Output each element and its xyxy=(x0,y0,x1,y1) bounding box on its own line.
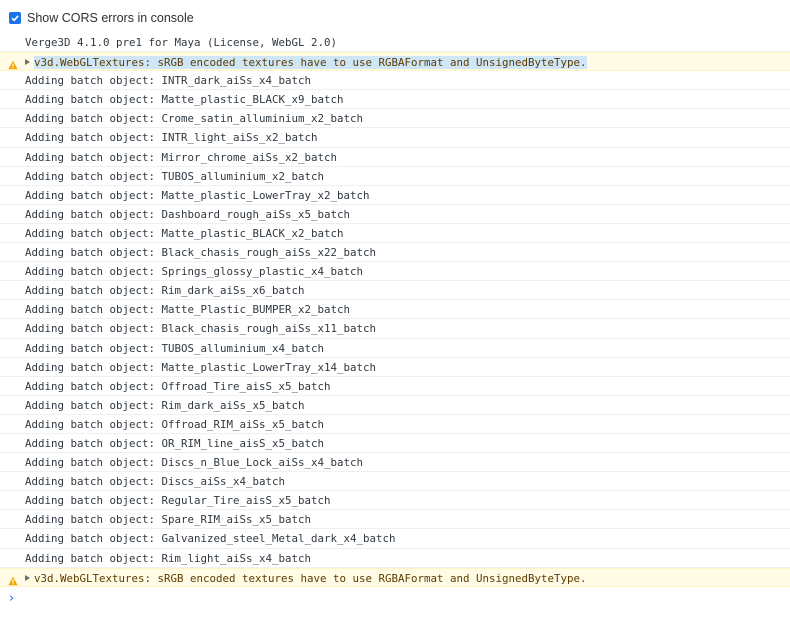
console-warning: v3d.WebGLTextures: sRGB encoded textures… xyxy=(0,52,790,72)
batch-object-name: OR_RIM_line_aisS_x5_batch xyxy=(161,436,325,450)
batch-object-name: Galvanized_steel_Metal_dark_x4_batch xyxy=(161,532,396,546)
batch-prefix: Adding batch object: xyxy=(25,360,156,374)
console-log: Verge3D 4.1.0 pre1 for Maya (License, We… xyxy=(0,33,790,587)
batch-object-name: Black_chasis_rough_aiSs_x11_batch xyxy=(161,322,377,336)
batch-prefix: Adding batch object: xyxy=(25,93,156,107)
console-log-line: Adding batch object: Discs_aiSs_x4_batch xyxy=(0,472,790,492)
batch-object-name: Offroad_Tire_aisS_x5_batch xyxy=(161,379,331,393)
batch-object-name: Rim_dark_aiSs_x6_batch xyxy=(161,284,305,298)
expand-triangle-icon[interactable] xyxy=(25,574,30,581)
console-log-line: Adding batch object: Dashboard_rough_aiS… xyxy=(0,205,790,224)
console-log-line: Adding batch object: Rim_dark_aiSs_x6_ba… xyxy=(0,281,790,301)
batch-object-name: Crome_satin_alluminium_x2_batch xyxy=(161,112,364,126)
batch-object-name: Rim_light_aiSs_x4_batch xyxy=(161,551,312,565)
console-log-line: Adding batch object: OR_RIM_line_aisS_x5… xyxy=(0,434,790,454)
console-log-line: Adding batch object: Rim_dark_aiSs_x5_ba… xyxy=(0,396,790,415)
batch-object-name: Regular_Tire_aisS_x5_batch xyxy=(161,494,331,508)
batch-prefix: Adding batch object: xyxy=(25,436,156,450)
batch-prefix: Adding batch object: xyxy=(25,417,156,431)
console-log-line: Adding batch object: Offroad_RIM_aiSs_x5… xyxy=(0,415,790,434)
console-log-line: Adding batch object: Discs_n_Blue_Lock_a… xyxy=(0,453,790,473)
batch-prefix: Adding batch object: xyxy=(25,551,156,565)
console-log-line: Adding batch object: Matte_Plastic_BUMPE… xyxy=(0,300,790,320)
batch-prefix: Adding batch object: xyxy=(25,513,156,527)
batch-object-name: INTR_dark_aiSs_x4_batch xyxy=(161,74,312,88)
console-log-line: Adding batch object: Spare_RIM_aiSs_x5_b… xyxy=(0,510,790,530)
batch-object-name: Springs_glossy_plastic_x4_batch xyxy=(161,265,364,279)
batch-object-name: Matte_plastic_BLACK_x2_batch xyxy=(161,226,344,240)
batch-object-name: Matte_plastic_LowerTray_x14_batch xyxy=(161,360,377,374)
cors-checkbox[interactable] xyxy=(9,12,21,24)
cors-checkbox-label[interactable]: Show CORS errors in console xyxy=(27,11,194,25)
console-toolbar: Show CORS errors in console xyxy=(0,0,790,36)
batch-prefix: Adding batch object: xyxy=(25,475,156,489)
prompt-chevron-icon[interactable]: › xyxy=(9,591,14,606)
batch-prefix: Adding batch object: xyxy=(25,456,156,470)
batch-object-name: Matte_plastic_LowerTray_x2_batch xyxy=(161,188,370,202)
batch-prefix: Adding batch object: xyxy=(25,265,156,279)
batch-prefix: Adding batch object: xyxy=(25,112,156,126)
console-log-line: Adding batch object: Offroad_Tire_aisS_x… xyxy=(0,377,790,396)
batch-prefix: Adding batch object: xyxy=(25,74,156,88)
batch-object-name: Matte_Plastic_BUMPER_x2_batch xyxy=(161,303,351,317)
batch-object-name: Matte_plastic_BLACK_x9_batch xyxy=(161,93,344,107)
batch-object-name: INTR_light_aiSs_x2_batch xyxy=(161,131,318,145)
console-log-line: Adding batch object: Black_chasis_rough_… xyxy=(0,319,790,339)
console-log-line: Adding batch object: Regular_Tire_aisS_x… xyxy=(0,491,790,511)
batch-prefix: Adding batch object: xyxy=(25,246,156,260)
warning-message[interactable]: v3d.WebGLTextures: sRGB encoded textures… xyxy=(34,572,587,585)
batch-prefix: Adding batch object: xyxy=(25,226,156,240)
batch-prefix: Adding batch object: xyxy=(25,398,156,412)
console-log-line: Adding batch object: Mirror_chrome_aiSs_… xyxy=(0,148,790,167)
batch-object-name: Black_chasis_rough_aiSs_x22_batch xyxy=(161,246,377,260)
info-message: Verge3D 4.1.0 pre1 for Maya (License, We… xyxy=(25,36,338,49)
batch-prefix: Adding batch object: xyxy=(25,322,156,336)
console-log-line: Adding batch object: Matte_plastic_BLACK… xyxy=(0,90,790,110)
batch-prefix: Adding batch object: xyxy=(25,188,156,202)
batch-object-name: Discs_n_Blue_Lock_aiSs_x4_batch xyxy=(161,456,364,470)
console-log-line: Adding batch object: Matte_plastic_Lower… xyxy=(0,358,790,377)
batch-object-name: TUBOS_alluminium_x2_batch xyxy=(161,169,325,183)
batch-prefix: Adding batch object: xyxy=(25,532,156,546)
console-log-line: Adding batch object: TUBOS_alluminium_x2… xyxy=(0,167,790,186)
console-log-line: Adding batch object: INTR_light_aiSs_x2_… xyxy=(0,128,790,148)
warning-message[interactable]: v3d.WebGLTextures: sRGB encoded textures… xyxy=(34,56,587,70)
batch-object-name: Mirror_chrome_aiSs_x2_batch xyxy=(161,150,338,164)
batch-prefix: Adding batch object: xyxy=(25,150,156,164)
batch-prefix: Adding batch object: xyxy=(25,494,156,508)
console-info: Verge3D 4.1.0 pre1 for Maya (License, We… xyxy=(0,33,790,53)
batch-object-name: Spare_RIM_aiSs_x5_batch xyxy=(161,513,312,527)
console-log-line: Adding batch object: Matte_plastic_BLACK… xyxy=(0,224,790,244)
batch-object-name: Discs_aiSs_x4_batch xyxy=(161,475,286,489)
expand-triangle-icon[interactable] xyxy=(25,59,30,66)
batch-object-name: Dashboard_rough_aiSs_x5_batch xyxy=(161,207,351,221)
batch-prefix: Adding batch object: xyxy=(25,379,156,393)
console-log-line: Adding batch object: Springs_glossy_plas… xyxy=(0,262,790,282)
batch-prefix: Adding batch object: xyxy=(25,207,156,221)
batch-prefix: Adding batch object: xyxy=(25,303,156,317)
console-log-line: Adding batch object: TUBOS_alluminium_x4… xyxy=(0,339,790,358)
batch-prefix: Adding batch object: xyxy=(25,131,156,145)
console-log-line: Adding batch object: INTR_dark_aiSs_x4_b… xyxy=(0,71,790,91)
console-log-line: Adding batch object: Black_chasis_rough_… xyxy=(0,243,790,263)
console-log-line: Adding batch object: Rim_light_aiSs_x4_b… xyxy=(0,549,790,568)
console-log-line: Adding batch object: Crome_satin_allumin… xyxy=(0,109,790,129)
batch-prefix: Adding batch object: xyxy=(25,284,156,298)
batch-object-name: TUBOS_alluminium_x4_batch xyxy=(161,341,325,355)
batch-object-name: Rim_dark_aiSs_x5_batch xyxy=(161,398,305,412)
batch-prefix: Adding batch object: xyxy=(25,169,156,183)
warning-icon xyxy=(8,573,18,592)
batch-object-name: Offroad_RIM_aiSs_x5_batch xyxy=(161,417,325,431)
batch-prefix: Adding batch object: xyxy=(25,341,156,355)
console-log-line: Adding batch object: Galvanized_steel_Me… xyxy=(0,529,790,549)
console-warning: v3d.WebGLTextures: sRGB encoded textures… xyxy=(0,567,790,587)
console-log-line: Adding batch object: Matte_plastic_Lower… xyxy=(0,186,790,205)
